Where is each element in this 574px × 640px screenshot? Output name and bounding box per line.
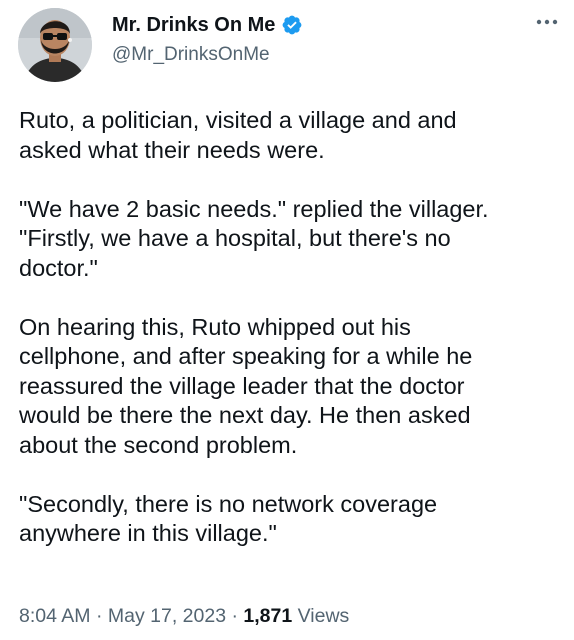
- tweet-header: Mr. Drinks On Me @Mr_DrinksOnMe: [18, 8, 558, 84]
- avatar-image: [18, 8, 92, 82]
- verified-badge-icon: [281, 14, 303, 36]
- tweet-date[interactable]: May 17, 2023: [108, 605, 226, 627]
- tweet-paragraph: "We have 2 basic needs." replied the vil…: [19, 195, 489, 281]
- tweet-paragraph: "Secondly, there is no network coverage …: [19, 490, 438, 547]
- display-name[interactable]: Mr. Drinks On Me: [112, 14, 275, 37]
- views-label: Views: [297, 605, 350, 627]
- tweet-text: Ruto, a politician, visited a village an…: [19, 106, 559, 578]
- tweet-paragraph: Ruto, a politician, visited a village an…: [19, 107, 457, 163]
- tweet-paragraph: On hearing this, Ruto whipped out his ce…: [19, 313, 473, 458]
- avatar[interactable]: [18, 8, 92, 82]
- meta-separator: ·: [231, 605, 238, 627]
- tweet-time[interactable]: 8:04 AM: [19, 605, 91, 627]
- handle[interactable]: @Mr_DrinksOnMe: [112, 44, 303, 66]
- tweet-metadata: 8:04 AM · May 17, 2023 · 1,871 Views: [19, 605, 349, 628]
- display-name-row: Mr. Drinks On Me: [112, 12, 303, 38]
- author-names: Mr. Drinks On Me @Mr_DrinksOnMe: [112, 12, 303, 66]
- more-options-button[interactable]: [532, 12, 562, 32]
- more-horizontal-icon: [536, 19, 558, 25]
- views-count[interactable]: 1,871: [243, 605, 292, 627]
- meta-separator: ·: [95, 605, 103, 627]
